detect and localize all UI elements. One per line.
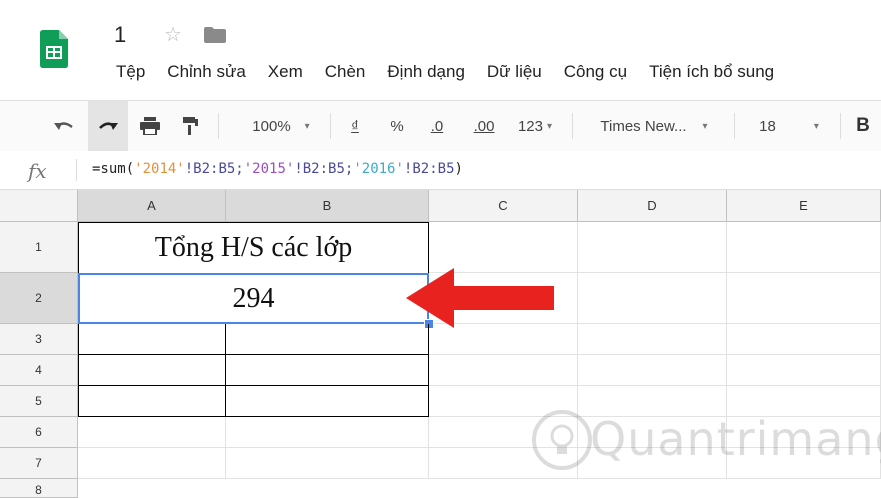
menu-format[interactable]: Định dạng	[387, 62, 465, 82]
cell-a5[interactable]	[78, 386, 226, 417]
bold-button[interactable]: B	[848, 101, 878, 151]
column-header-b[interactable]: B	[226, 190, 429, 222]
fx-icon: fx	[28, 159, 47, 183]
row-header-5[interactable]: 5	[0, 386, 78, 417]
formula-range: !B2:B5	[403, 161, 455, 177]
menu-addons[interactable]: Tiện ích bổ sung	[649, 62, 774, 82]
formula-range: !B2:B5;	[184, 161, 244, 177]
decrease-decimal-label: .0	[430, 117, 444, 135]
cell-c4[interactable]	[429, 355, 578, 386]
row-header-1[interactable]: 1	[0, 222, 78, 273]
cell-b5[interactable]	[225, 386, 429, 417]
formula-part: )	[454, 161, 463, 177]
chevron-down-icon: ▾	[702, 120, 708, 132]
toolbar-separator	[330, 113, 331, 139]
menu-edit[interactable]: Chỉnh sửa	[167, 62, 245, 82]
paint-format-icon[interactable]	[174, 101, 206, 151]
chevron-down-icon: ▾	[304, 120, 310, 132]
formula-ref-2014: '2014'	[134, 161, 185, 177]
menu-insert[interactable]: Chèn	[325, 62, 366, 82]
sheets-logo-icon[interactable]	[40, 30, 68, 68]
toolbar: 100% ▾ ₫ % .0 .00 123 ▾ Times New... ▾ 1…	[0, 100, 881, 152]
menu-view[interactable]: Xem	[268, 62, 303, 82]
spreadsheet-grid: A B C D E 1 2 3 4 5 6 7 8 Tổng H/S các l…	[0, 190, 881, 498]
menu-bar: Tệp Chỉnh sửa Xem Chèn Định dạng Dữ liệu…	[116, 62, 796, 82]
app-header: 1 ☆ Tệp Chỉnh sửa Xem Chèn Định dạng Dữ …	[0, 0, 881, 92]
formula-separator	[76, 159, 77, 181]
cell-b4[interactable]	[225, 355, 429, 386]
zoom-value: 100%	[252, 117, 291, 135]
cell-e2[interactable]	[727, 273, 881, 324]
formula-ref-2016: '2016'	[353, 161, 404, 177]
red-arrow-annotation	[406, 268, 554, 328]
more-formats-label: 123	[517, 117, 543, 135]
cell-a2-selected[interactable]: 294	[78, 273, 429, 324]
formula-ref-2015: '2015'	[243, 161, 295, 177]
cell-a4[interactable]	[78, 355, 226, 386]
formula-bar: fx =sum('2014'!B2:B5;'2015'!B2:B5;'2016'…	[0, 151, 881, 190]
cell-b6[interactable]	[226, 417, 429, 448]
cell-b3[interactable]	[225, 324, 429, 355]
decrease-decimal-button[interactable]: .0	[420, 101, 454, 151]
chevron-down-icon: ▾	[813, 120, 819, 132]
toolbar-separator	[840, 113, 841, 139]
star-icon[interactable]: ☆	[164, 22, 182, 47]
cell-b7[interactable]	[226, 448, 429, 479]
folder-icon[interactable]	[204, 27, 226, 43]
toolbar-separator	[572, 113, 573, 139]
percent-format-button[interactable]: %	[382, 101, 412, 151]
column-header-e[interactable]: E	[727, 190, 881, 222]
font-size-select[interactable]: 18 ▾	[744, 101, 834, 151]
print-icon[interactable]	[132, 101, 168, 151]
column-header-d[interactable]: D	[578, 190, 727, 222]
font-family-select[interactable]: Times New... ▾	[584, 101, 724, 151]
currency-format-button[interactable]: ₫	[340, 101, 370, 151]
formula-input[interactable]: =sum('2014'!B2:B5;'2015'!B2:B5;'2016'!B2…	[92, 161, 463, 177]
increase-decimal-label: .00	[473, 117, 495, 135]
menu-data[interactable]: Dữ liệu	[487, 62, 542, 82]
redo-icon[interactable]	[88, 101, 128, 151]
watermark-text: Quantrimang	[590, 412, 881, 466]
undo-icon[interactable]	[44, 101, 84, 151]
row-header-8[interactable]: 8	[0, 479, 78, 498]
cell-e4[interactable]	[727, 355, 881, 386]
chevron-down-icon: ▾	[547, 120, 553, 132]
cell-a6[interactable]	[78, 417, 226, 448]
more-formats-select[interactable]: 123 ▾	[508, 101, 562, 151]
row-header-7[interactable]: 7	[0, 448, 78, 479]
row-header-3[interactable]: 3	[0, 324, 78, 355]
select-all-corner[interactable]	[0, 190, 78, 222]
column-header-a[interactable]: A	[78, 190, 226, 222]
cell-a1-merged[interactable]: Tổng H/S các lớp	[78, 222, 429, 273]
menu-tools[interactable]: Công cụ	[564, 62, 627, 82]
increase-decimal-button[interactable]: .00	[464, 101, 504, 151]
cell-a7[interactable]	[78, 448, 226, 479]
watermark-logo: Quantrimang	[530, 402, 881, 482]
cell-e3[interactable]	[727, 324, 881, 355]
toolbar-separator	[218, 113, 219, 139]
cell-d2[interactable]	[578, 273, 727, 324]
zoom-select[interactable]: 100% ▾	[236, 101, 326, 151]
row-header-2[interactable]: 2	[0, 273, 78, 324]
cell-e1[interactable]	[727, 222, 881, 273]
cell-d3[interactable]	[578, 324, 727, 355]
document-title[interactable]: 1	[114, 22, 126, 48]
column-header-c[interactable]: C	[429, 190, 578, 222]
menu-file[interactable]: Tệp	[116, 62, 145, 82]
formula-range: !B2:B5;	[294, 161, 354, 177]
cell-d4[interactable]	[578, 355, 727, 386]
cell-d1[interactable]	[578, 222, 727, 273]
font-size-value: 18	[759, 117, 776, 135]
formula-part: =sum(	[92, 161, 135, 177]
lightbulb-icon	[532, 410, 592, 470]
cell-a3[interactable]	[78, 324, 226, 355]
font-family-value: Times New...	[600, 117, 687, 135]
row-header-6[interactable]: 6	[0, 417, 78, 448]
row-header-4[interactable]: 4	[0, 355, 78, 386]
toolbar-separator	[734, 113, 735, 139]
